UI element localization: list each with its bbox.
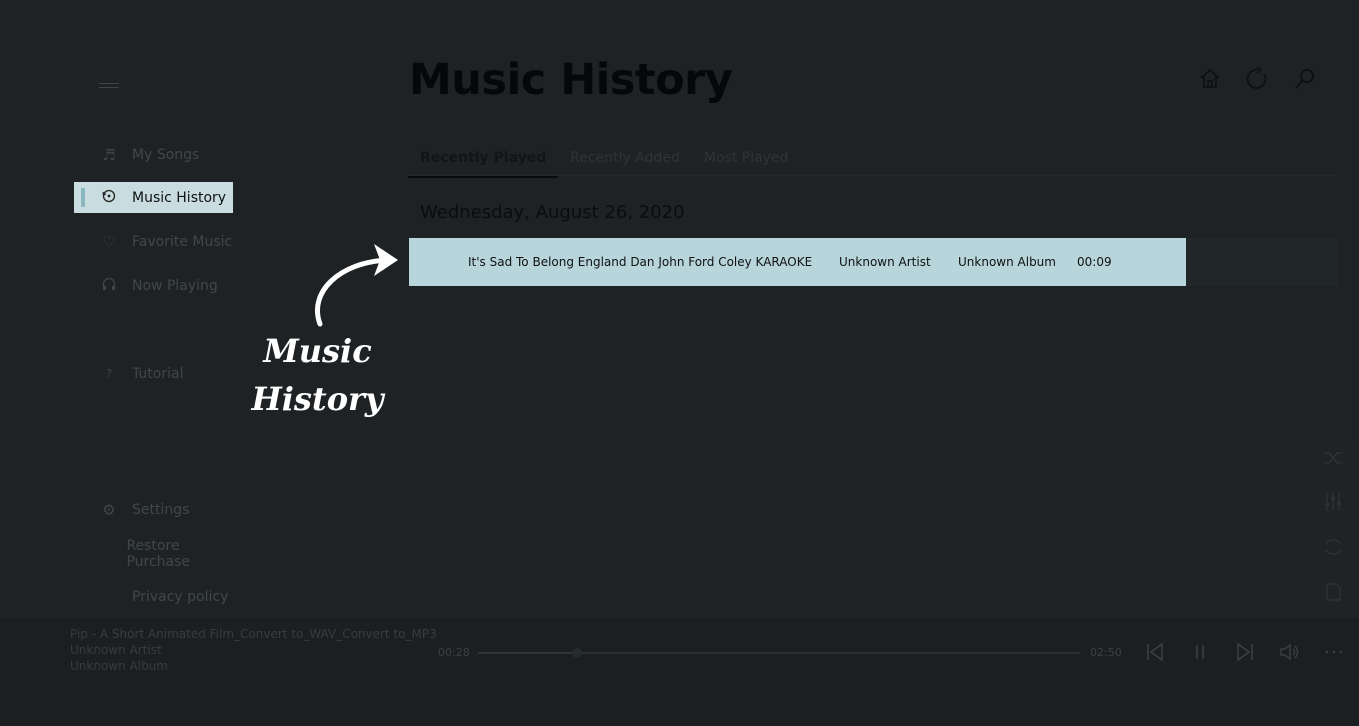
sidebar-item-my-songs[interactable]: ♬ My Songs <box>74 139 233 170</box>
song-artist: Unknown Artist <box>839 255 931 269</box>
table-row[interactable]: It's Sad To Belong England Dan John Ford… <box>409 238 1186 286</box>
now-playing-artist: Unknown Artist <box>70 643 162 657</box>
sidebar-item-label: Settings <box>132 501 190 518</box>
song-title: It's Sad To Belong England Dan John Ford… <box>468 255 812 269</box>
repeat-icon[interactable] <box>1321 535 1347 561</box>
refresh-icon[interactable] <box>1244 66 1272 94</box>
sidebar-item-privacy-policy[interactable]: Privacy policy <box>74 581 233 612</box>
search-icon[interactable] <box>1292 66 1320 94</box>
sidebar-item-label: Privacy policy <box>132 588 229 605</box>
equalizer-icon[interactable] <box>1321 490 1347 516</box>
now-playing-album: Unknown Album <box>70 659 168 673</box>
active-indicator <box>81 188 85 207</box>
tab-recently-added[interactable]: Recently Added <box>558 144 692 178</box>
home-icon[interactable] <box>1197 66 1225 94</box>
seek-progress <box>478 652 578 654</box>
sidebar-item-label: Favorite Music <box>132 233 233 250</box>
gear-icon: ⚙ <box>102 500 116 519</box>
row-background <box>1186 238 1338 286</box>
volume-icon[interactable] <box>1278 640 1304 664</box>
tab-divider <box>408 175 1338 176</box>
shuffle-icon[interactable] <box>1321 446 1347 472</box>
next-icon[interactable] <box>1233 640 1259 664</box>
sidebar-item-label: Now Playing <box>132 277 218 294</box>
add-to-playlist-icon[interactable] <box>1321 580 1347 606</box>
hamburger-menu-icon[interactable] <box>99 80 121 96</box>
more-options-icon[interactable] <box>1322 640 1348 664</box>
annotation-label: Music History <box>251 332 384 418</box>
song-album: Unknown Album <box>958 255 1056 269</box>
sidebar-item-settings[interactable]: ⚙ Settings <box>74 494 233 525</box>
annotation-arrow-icon <box>315 244 398 327</box>
headphones-icon <box>74 276 132 296</box>
tab-most-played[interactable]: Most Played <box>692 144 801 178</box>
total-time: 02:50 <box>1090 646 1122 659</box>
sidebar-item-music-history[interactable]: Music History <box>74 182 233 213</box>
sidebar-item-label: Music History <box>132 189 227 206</box>
sidebar-item-label: My Songs <box>132 146 200 163</box>
question-icon: ? <box>106 367 112 380</box>
page-title: Music History <box>409 55 733 105</box>
sidebar-item-label: Restore Purchase <box>126 537 191 570</box>
tab-recently-played[interactable]: Recently Played <box>408 144 559 178</box>
pause-icon[interactable] <box>1188 640 1214 664</box>
sidebar-item-now-playing[interactable]: Now Playing <box>74 270 233 301</box>
history-tabs: Recently Played Recently Added Most Play… <box>408 144 800 178</box>
music-note-icon: ♬ <box>102 145 116 164</box>
seek-bar[interactable] <box>478 648 1080 658</box>
song-duration: 00:09 <box>1077 255 1112 269</box>
sidebar-item-tutorial[interactable]: ? Tutorial <box>74 358 233 389</box>
sidebar-item-favorite-music[interactable]: ♡ Favorite Music <box>74 226 233 257</box>
sidebar-item-label: Tutorial <box>132 365 184 382</box>
elapsed-time: 00:28 <box>438 646 470 659</box>
sidebar-item-restore-purchase[interactable]: Restore Purchase <box>74 537 233 570</box>
date-group-header: Wednesday, August 26, 2020 <box>420 202 685 223</box>
heart-icon: ♡ <box>102 232 116 251</box>
now-playing-track: Pip - A Short Animated Film_Convert to_W… <box>70 627 437 641</box>
previous-icon[interactable] <box>1143 640 1169 664</box>
